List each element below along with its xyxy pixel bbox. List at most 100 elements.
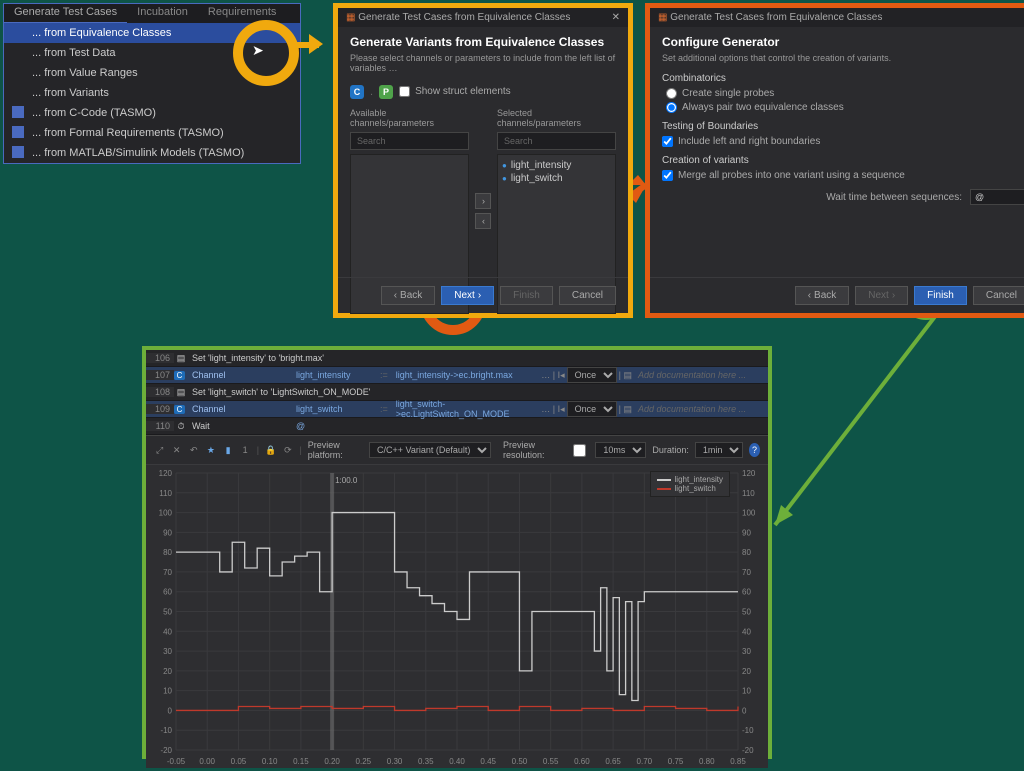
cancel-button[interactable]: Cancel [973, 286, 1024, 305]
label-selected: Selected channels/parameters [497, 108, 616, 128]
dialog-generate-variants: Generate Test Cases from Equivalence Cla… [333, 3, 633, 318]
menu-item-variants[interactable]: ... from Variants [4, 83, 300, 103]
menu-item-ccode[interactable]: ... from C-Code (TASMO) [4, 103, 300, 123]
svg-text:0.85: 0.85 [730, 757, 746, 766]
toggle-parameters-icon[interactable]: P [379, 85, 393, 99]
svg-text:40: 40 [742, 627, 751, 636]
back-button[interactable]: ‹ Back [795, 286, 850, 305]
checkbox-show-struct[interactable]: Show struct elements [399, 86, 511, 97]
preview-res-checkbox[interactable] [573, 444, 586, 457]
svg-text:80: 80 [163, 548, 172, 557]
svg-text:-10: -10 [742, 726, 754, 735]
finish-button[interactable]: Finish [914, 286, 967, 305]
svg-text:110: 110 [159, 489, 172, 498]
svg-text:0.80: 0.80 [699, 757, 715, 766]
dialog-title-text: Generate Test Cases from Equivalence Cla… [346, 12, 570, 23]
svg-text:0.05: 0.05 [231, 757, 247, 766]
history-icon[interactable]: ↶ [188, 443, 199, 457]
search-selected-input[interactable]: Search [497, 132, 616, 150]
arrow-green [760, 305, 945, 535]
svg-text:0.20: 0.20 [324, 757, 340, 766]
lock-icon[interactable]: 🔒 [265, 443, 276, 457]
marker-icon[interactable]: 1 [240, 443, 251, 457]
step-row[interactable]: 106▤Set 'light_intensity' to 'bright.max… [146, 350, 768, 367]
result-panel: 106▤Set 'light_intensity' to 'bright.max… [142, 346, 772, 759]
toggle-channels-icon[interactable]: C [350, 85, 364, 99]
preview-res-select[interactable]: 10ms [595, 442, 646, 458]
param-light-switch[interactable]: light_switch [502, 172, 611, 185]
svg-text:90: 90 [163, 528, 172, 537]
next-button[interactable]: Next › [855, 286, 908, 305]
svg-text:0.10: 0.10 [262, 757, 278, 766]
svg-text:0.35: 0.35 [418, 757, 434, 766]
svg-text:0.60: 0.60 [574, 757, 590, 766]
search-available-input[interactable]: Search [350, 132, 469, 150]
arrow-yellow [293, 38, 333, 54]
svg-text:0.45: 0.45 [480, 757, 496, 766]
dialog-title-text: Generate Test Cases from Equivalence Cla… [658, 12, 882, 23]
highlight-ring-yellow [233, 20, 299, 86]
step-list: 106▤Set 'light_intensity' to 'bright.max… [146, 350, 768, 435]
svg-text:0: 0 [168, 706, 173, 715]
step-row[interactable]: 107CChannellight_intensity:=light_intens… [146, 367, 768, 384]
menu-tab-generate[interactable]: Generate Test Cases [4, 4, 127, 23]
close-step-icon[interactable]: ✕ [171, 443, 182, 457]
checkbox-merge-probes[interactable]: Merge all probes into one variant using … [662, 170, 1024, 181]
move-left-button[interactable]: ‹ [475, 213, 491, 229]
svg-text:0.30: 0.30 [387, 757, 403, 766]
svg-text:120: 120 [742, 469, 756, 478]
expand-icon[interactable]: ⤢ [154, 443, 165, 457]
back-button[interactable]: ‹ Back [381, 286, 436, 305]
preview-platform-select[interactable]: C/C++ Variant (Default) [369, 442, 491, 458]
mouse-cursor-icon: ➤ [252, 42, 264, 59]
svg-text:70: 70 [742, 568, 751, 577]
dialog-heading: Generate Variants from Equivalence Class… [350, 35, 616, 49]
svg-text:20: 20 [742, 667, 751, 676]
cancel-button[interactable]: Cancel [559, 286, 616, 305]
finish-button[interactable]: Finish [500, 286, 553, 305]
svg-text:60: 60 [163, 588, 172, 597]
svg-text:0: 0 [742, 706, 747, 715]
svg-text:90: 90 [742, 528, 751, 537]
radio-single-probes[interactable]: Create single probes [666, 88, 1024, 99]
svg-text:0.75: 0.75 [668, 757, 684, 766]
tool-icon[interactable]: ▮ [223, 443, 234, 457]
close-icon[interactable]: ✕ [612, 12, 620, 23]
duration-select[interactable]: 1min [695, 442, 743, 458]
next-button[interactable]: Next › [441, 286, 494, 305]
svg-text:120: 120 [159, 469, 173, 478]
plot-toolbar: ⤢ ✕ ↶ ★ ▮ 1 | 🔒 ⟳ | Preview platform: C/… [146, 435, 768, 465]
step-row[interactable]: 110⏱Wait@ [146, 418, 768, 435]
svg-text:10: 10 [163, 687, 172, 696]
help-icon[interactable]: ? [749, 443, 760, 457]
svg-text:0.25: 0.25 [356, 757, 372, 766]
move-right-button[interactable]: › [475, 193, 491, 209]
refresh-icon[interactable]: ⟳ [282, 443, 293, 457]
menu-tabs: Generate Test Cases Incubation Requireme… [4, 4, 300, 23]
svg-text:10: 10 [742, 687, 751, 696]
svg-text:80: 80 [742, 548, 751, 557]
radio-pair-two[interactable]: Always pair two equivalence classes [666, 102, 1024, 113]
label-duration: Duration: [652, 445, 689, 455]
label-wait-time: Wait time between sequences: [826, 192, 962, 203]
menu-item-formal[interactable]: ... from Formal Requirements (TASMO) [4, 123, 300, 143]
svg-text:0.65: 0.65 [605, 757, 621, 766]
param-light-intensity[interactable]: light_intensity [502, 159, 611, 172]
checkbox-include-boundaries[interactable]: Include left and right boundaries [662, 136, 1024, 147]
svg-text:0.55: 0.55 [543, 757, 559, 766]
section-boundaries: Testing of Boundaries [662, 121, 1024, 132]
label-available: Available channels/parameters [350, 108, 469, 128]
step-row[interactable]: 109CChannellight_switch:=light_switch->e… [146, 401, 768, 418]
label-preview-res: Preview resolution: [503, 440, 563, 460]
wait-time-input[interactable] [970, 189, 1024, 205]
svg-text:70: 70 [163, 568, 172, 577]
section-creation: Creation of variants [662, 155, 1024, 166]
favorite-icon[interactable]: ★ [205, 443, 216, 457]
menu-tab-incubation[interactable]: Incubation [127, 4, 198, 23]
dialog-heading: Configure Generator [662, 35, 1024, 49]
signal-chart[interactable]: -0.050.000.050.100.150.200.250.300.350.4… [146, 465, 768, 768]
svg-text:0.70: 0.70 [637, 757, 653, 766]
svg-text:20: 20 [163, 667, 172, 676]
dialog-configure-generator: Generate Test Cases from Equivalence Cla… [645, 3, 1024, 318]
menu-item-matlab[interactable]: ... from MATLAB/Simulink Models (TASMO) [4, 143, 300, 163]
